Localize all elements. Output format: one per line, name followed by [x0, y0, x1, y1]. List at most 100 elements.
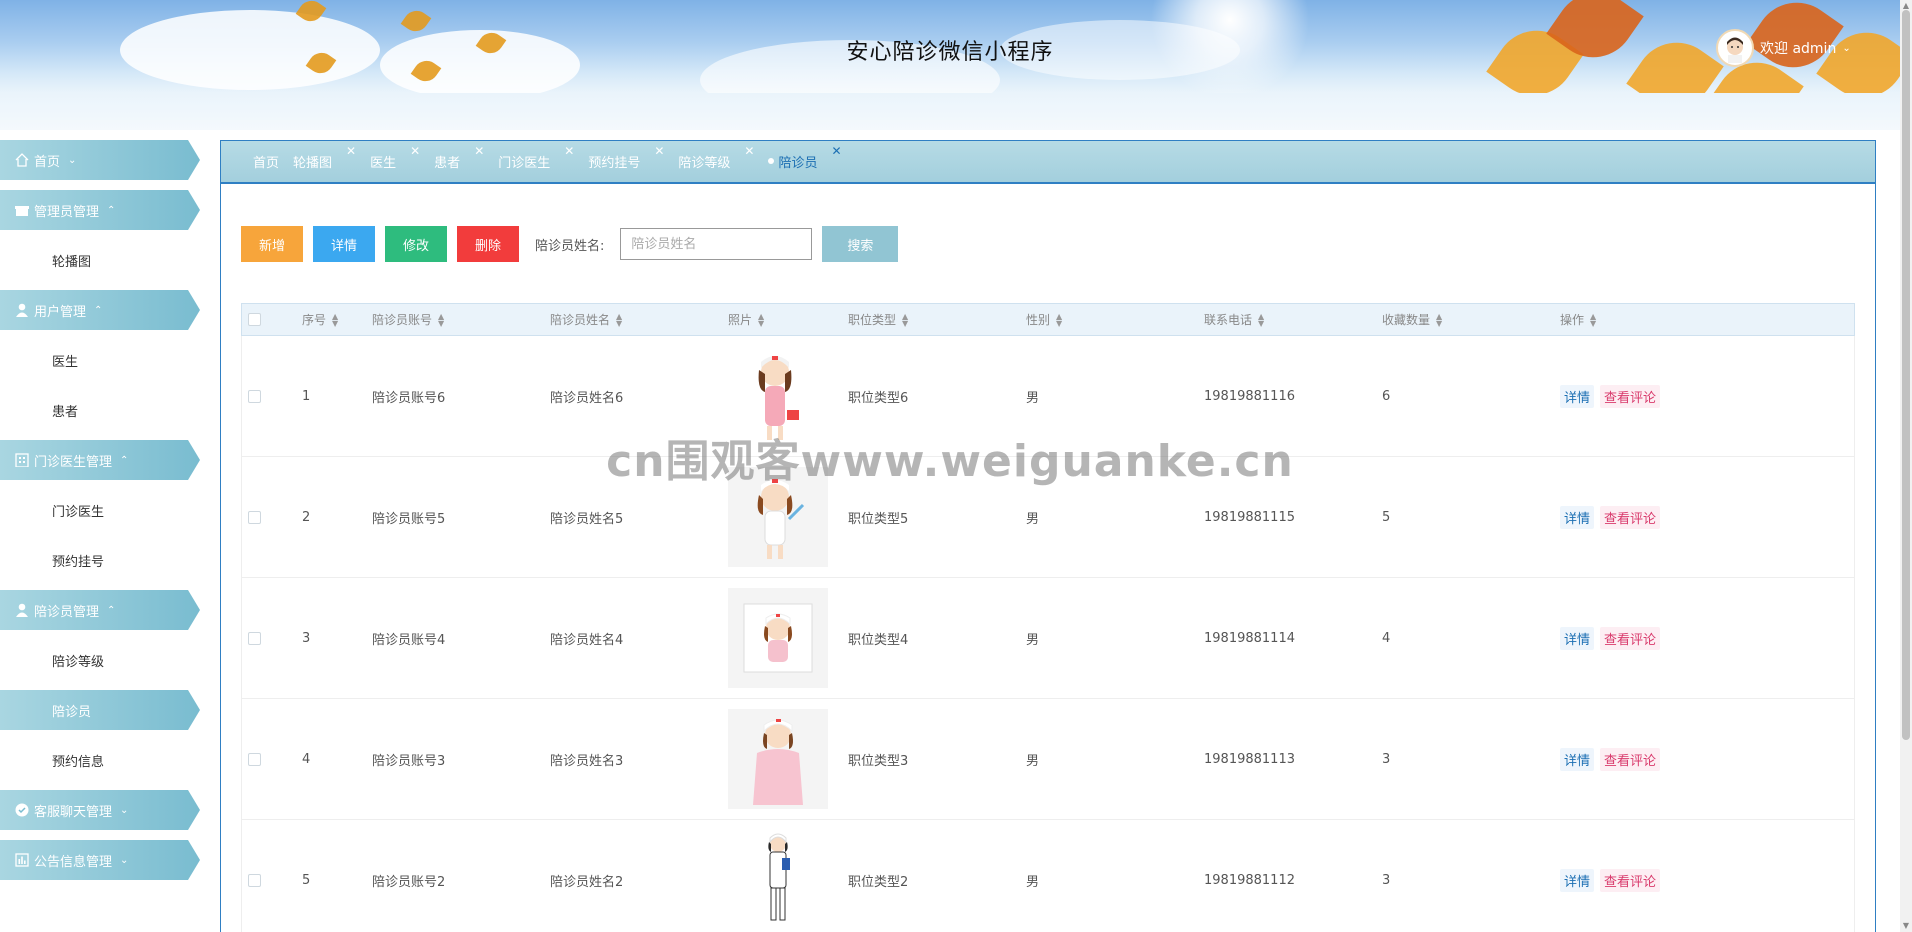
tab-carousel[interactable]: 轮播图 ✕ — [293, 144, 356, 171]
sidebar-item-doctor[interactable]: 医生 — [0, 340, 200, 380]
operations-cell: 详情 查看评论 — [1560, 505, 1760, 529]
page-scrollbar[interactable]: ▲ ▼ — [1900, 0, 1912, 932]
tab-doctor[interactable]: 医生 ✕ — [370, 144, 420, 171]
row-actions: 详情 查看评论 — [1560, 505, 1661, 529]
sidebar-item-patient[interactable]: 患者 — [0, 390, 200, 430]
gender: 男 — [1026, 390, 1040, 406]
operations-cell: 详情 查看评论 — [1560, 626, 1760, 650]
sidebar-group-label: 管理员管理 — [34, 204, 100, 220]
tab-home[interactable]: 首页 — [253, 152, 279, 171]
sidebar-item-carousel[interactable]: 轮播图 — [0, 240, 200, 280]
row-actions: 详情 查看评论 — [1560, 747, 1661, 771]
main-panel: 首页 轮播图 ✕ 医生 ✕ 患者 ✕ 门诊医生 ✕ 预约挂号 ✕ 陪诊等级 ✕ 陪诊员 ✕ 新… — [220, 140, 1876, 932]
nurse-photo[interactable] — [728, 588, 828, 688]
tab-clinic-doctor[interactable]: 门诊医生 ✕ — [498, 144, 574, 171]
sidebar-item-booking-info[interactable]: 预约信息 — [0, 740, 200, 780]
row-select-cell — [242, 873, 302, 887]
row-select-cell — [242, 631, 302, 645]
view-comments-button[interactable]: 查看评论 — [1600, 505, 1661, 529]
view-comments-button[interactable]: 查看评论 — [1600, 626, 1661, 650]
delete-button[interactable]: 删除 — [457, 226, 519, 262]
sidebar-group-chat[interactable]: 客服聊天管理 ⌄ — [0, 790, 200, 830]
close-icon[interactable]: ✕ — [564, 144, 574, 158]
sidebar-group-escort[interactable]: 陪诊员管理 ⌃ — [0, 590, 200, 630]
row-checkbox[interactable] — [248, 752, 261, 766]
sidebar-group-users[interactable]: 用户管理 ⌃ — [0, 290, 200, 330]
close-icon[interactable]: ✕ — [832, 144, 842, 158]
nurse-photo[interactable] — [728, 709, 828, 809]
detail-button[interactable]: 详情 — [313, 226, 375, 262]
view-detail-button[interactable]: 详情 — [1560, 747, 1595, 771]
column-header[interactable]: 序号 ▲ ▼ — [302, 311, 372, 328]
search-button[interactable]: 搜索 — [822, 226, 899, 262]
sort-icon: ▲ ▼ — [332, 311, 339, 328]
position-type: 职位类型2 — [848, 874, 909, 890]
close-icon[interactable]: ✕ — [410, 144, 420, 158]
phone: 19819881115 — [1204, 509, 1295, 525]
favorite-count: 5 — [1382, 509, 1391, 525]
column-header[interactable]: 性别 ▲ ▼ — [1026, 311, 1204, 328]
row-checkbox[interactable] — [248, 389, 261, 403]
view-detail-button[interactable]: 详情 — [1560, 626, 1595, 650]
sidebar-item-clinic-doctor[interactable]: 门诊医生 — [0, 490, 200, 530]
watermark: cn围观客www.weiguanke.cn — [606, 436, 1294, 487]
row-checkbox[interactable] — [248, 510, 261, 524]
edit-button[interactable]: 修改 — [385, 226, 447, 262]
tab-label: 首页 — [253, 156, 280, 171]
close-icon[interactable]: ✕ — [346, 144, 356, 158]
sort-icon: ▲ ▼ — [1056, 311, 1063, 328]
close-icon[interactable]: ✕ — [744, 144, 754, 158]
column-label: 收藏数量 — [1382, 313, 1431, 327]
select-all-checkbox[interactable] — [248, 313, 261, 326]
sidebar-item-appointment[interactable]: 预约挂号 — [0, 540, 200, 580]
search-input[interactable] — [620, 228, 813, 260]
welcome-text: 欢迎 admin — [1760, 41, 1837, 57]
sidebar-group-home[interactable]: 首页 ⌄ — [0, 140, 200, 180]
header: 安心陪诊微信小程序 欢迎 admin ⌄ — [0, 0, 1900, 93]
sidebar-group-admin[interactable]: 管理员管理 ⌃ — [0, 190, 200, 230]
view-comments-button[interactable]: 查看评论 — [1600, 868, 1661, 892]
view-comments-button[interactable]: 查看评论 — [1600, 384, 1661, 408]
add-button[interactable]: 新增 — [241, 226, 303, 262]
view-detail-button[interactable]: 详情 — [1560, 384, 1595, 408]
column-header[interactable]: 操作 ▲ ▼ — [1560, 311, 1760, 328]
chart-icon — [14, 852, 30, 868]
active-dot-icon — [768, 158, 775, 164]
sort-icon: ▲ ▼ — [902, 311, 909, 328]
column-header[interactable]: 联系电话 ▲ ▼ — [1204, 311, 1382, 328]
scroll-down-arrow-icon[interactable]: ▼ — [1900, 920, 1912, 932]
close-icon[interactable]: ✕ — [654, 144, 664, 158]
view-comments-button[interactable]: 查看评论 — [1600, 747, 1661, 771]
close-icon[interactable]: ✕ — [474, 144, 484, 158]
tab-patient[interactable]: 患者 ✕ — [434, 144, 484, 171]
table-row: 3 陪诊员账号4 陪诊员姓名4 职位类型4 男 19819881114 4 详情… — [241, 578, 1855, 699]
tab-escort-level[interactable]: 陪诊等级 ✕ — [678, 144, 754, 171]
row-checkbox[interactable] — [248, 631, 261, 645]
view-detail-button[interactable]: 详情 — [1560, 868, 1595, 892]
phone: 19819881116 — [1204, 388, 1295, 404]
row-number: 4 — [302, 751, 311, 767]
position-type: 职位类型3 — [848, 753, 909, 769]
row-checkbox[interactable] — [248, 873, 261, 887]
column-header[interactable]: 照片 ▲ ▼ — [728, 311, 848, 328]
column-header[interactable]: 收藏数量 ▲ ▼ — [1382, 311, 1560, 328]
sidebar-item-escort-level[interactable]: 陪诊等级 — [0, 640, 200, 680]
table-row: 5 陪诊员账号2 陪诊员姓名2 职位类型2 男 19819881112 3 详情… — [241, 820, 1855, 932]
sidebar-item-escort[interactable]: 陪诊员 — [0, 690, 200, 730]
view-detail-button[interactable]: 详情 — [1560, 505, 1595, 529]
select-all-cell — [242, 313, 302, 326]
column-label: 联系电话 — [1204, 313, 1253, 327]
column-header[interactable]: 陪诊员姓名 ▲ ▼ — [550, 311, 728, 328]
tab-escort[interactable]: 陪诊员 ✕ — [768, 144, 842, 171]
favorite-count: 3 — [1382, 751, 1391, 767]
gender: 男 — [1026, 753, 1040, 769]
sidebar-group-label: 用户管理 — [34, 304, 87, 320]
column-header[interactable]: 陪诊员账号 ▲ ▼ — [372, 311, 550, 328]
user-menu[interactable]: 欢迎 admin ⌄ — [1716, 28, 1851, 68]
sidebar: 首页 ⌄ 管理员管理 ⌃ 轮播图 用户管理 ⌃ 医生 患者 门诊医生管理 ⌃ 门… — [0, 140, 200, 890]
nurse-photo[interactable] — [728, 830, 828, 930]
column-header[interactable]: 职位类型 ▲ ▼ — [848, 311, 1026, 328]
scroll-thumb[interactable] — [1902, 10, 1910, 740]
tab-appointment[interactable]: 预约挂号 ✕ — [588, 144, 664, 171]
sidebar-group-notice[interactable]: 公告信息管理 ⌄ — [0, 840, 200, 880]
